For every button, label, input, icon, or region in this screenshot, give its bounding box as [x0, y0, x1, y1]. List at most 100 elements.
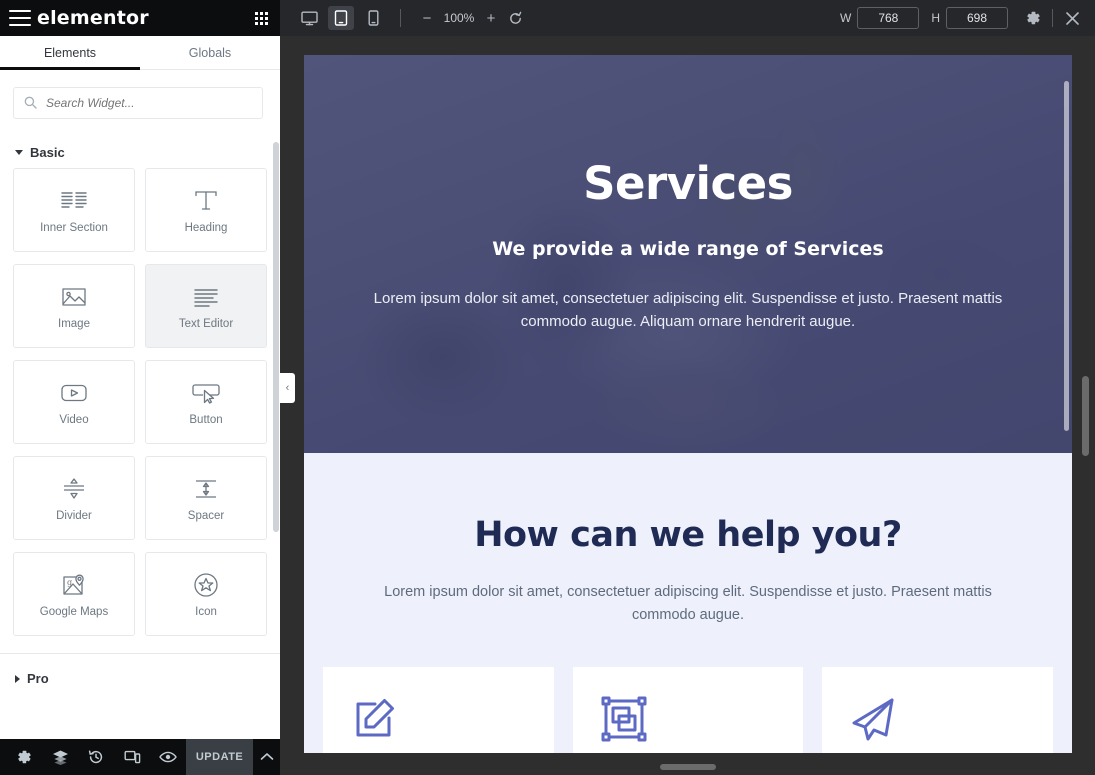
editor-vertical-scrollbar[interactable]: [1082, 376, 1089, 456]
close-icon[interactable]: [1059, 5, 1085, 31]
width-input[interactable]: [857, 7, 920, 29]
elementor-logo: elementor: [37, 7, 149, 29]
widget-text-editor-label: Text Editor: [178, 317, 234, 330]
divider-icon: [60, 475, 88, 503]
widget-spacer-label: Spacer: [187, 509, 225, 522]
category-pro-header[interactable]: Pro: [15, 671, 267, 686]
zoom-in-button[interactable]: +: [479, 6, 503, 30]
category-basic-label: Basic: [30, 145, 65, 160]
widget-video[interactable]: Video: [13, 360, 135, 444]
category-pro-label: Pro: [27, 671, 49, 686]
zoom-out-label: −: [422, 9, 432, 27]
reset-icon[interactable]: [503, 6, 527, 30]
tab-globals-label: Globals: [188, 45, 232, 60]
panel-scrollbar[interactable]: [273, 142, 279, 532]
widget-image-label: Image: [58, 317, 90, 330]
widget-google-maps-label: Google Maps: [39, 605, 109, 618]
text-editor-icon: [193, 283, 219, 311]
service-card[interactable]: [822, 667, 1054, 753]
navigator-icon[interactable]: [42, 739, 78, 775]
chevron-up-icon[interactable]: [253, 739, 280, 775]
history-icon[interactable]: [78, 739, 114, 775]
toolbar-separator: [400, 9, 401, 27]
inner-section-icon: [61, 187, 87, 215]
layers-group-icon: [600, 695, 804, 743]
preview-scrollbar[interactable]: [1064, 81, 1069, 431]
height-input[interactable]: [946, 7, 1008, 29]
editor-topbar: − 100% + W H: [280, 0, 1095, 36]
widget-heading[interactable]: Heading: [145, 168, 267, 252]
width-label: W: [840, 11, 852, 25]
help-section[interactable]: How can we help you? Lorem ipsum dolor s…: [304, 453, 1072, 628]
hero-body-text: Lorem ipsum dolor sit amet, consectetuer…: [373, 290, 1003, 331]
widget-heading-label: Heading: [184, 221, 228, 234]
star-icon: [193, 571, 219, 599]
tab-elements-label: Elements: [43, 45, 97, 60]
category-pro-row: Pro: [0, 636, 280, 686]
widget-spacer[interactable]: Spacer: [145, 456, 267, 540]
topbar-right-group: W H: [840, 5, 1085, 31]
widget-icon[interactable]: Icon: [145, 552, 267, 636]
update-button-label: UPDATE: [195, 751, 244, 763]
zoom-out-button[interactable]: −: [415, 6, 439, 30]
widget-inner-section[interactable]: Inner Section: [13, 168, 135, 252]
chevron-right-icon: [15, 674, 20, 683]
image-icon: [61, 283, 87, 311]
preview-icon[interactable]: [150, 739, 186, 775]
widget-icon-label: Icon: [195, 605, 217, 618]
canvas-area: Services We provide a wide range of Serv…: [280, 36, 1095, 775]
google-maps-icon: g: [61, 571, 87, 599]
widget-button[interactable]: Button: [145, 360, 267, 444]
widget-panel: elementor Elements Globals Search Widget…: [0, 0, 280, 775]
footer-tools: [0, 739, 186, 775]
device-mobile-button[interactable]: [360, 6, 386, 30]
gear-icon[interactable]: [1020, 5, 1046, 31]
settings-icon[interactable]: [6, 739, 42, 775]
elementor-editor: elementor Elements Globals Search Widget…: [0, 0, 1095, 775]
search-input[interactable]: [13, 87, 263, 119]
widget-divider[interactable]: Divider: [13, 456, 135, 540]
widget-google-maps[interactable]: g Google Maps: [13, 552, 135, 636]
search-widget-wrap: [13, 87, 267, 119]
help-title: How can we help you?: [474, 515, 902, 555]
heading-icon: [193, 187, 219, 215]
responsive-mode-icon[interactable]: [114, 739, 150, 775]
panel-footer: UPDATE: [0, 739, 280, 775]
hero-section[interactable]: Services We provide a wide range of Serv…: [304, 55, 1072, 453]
panel-collapse-chevron-icon: ‹: [285, 382, 290, 394]
zoom-level: 100%: [443, 11, 475, 25]
hamburger-icon[interactable]: [9, 10, 31, 26]
help-body-text: Lorem ipsum dolor sit amet, consectetuer…: [384, 584, 992, 624]
editor-area: − 100% + W H: [280, 0, 1095, 775]
spacer-icon: [192, 475, 220, 503]
topbar-separator-right: [1052, 9, 1053, 27]
tab-globals[interactable]: Globals: [140, 36, 280, 69]
tab-elements[interactable]: Elements: [0, 36, 140, 70]
category-basic-header[interactable]: Basic: [15, 145, 267, 160]
panel-body: Basic Inner Section: [0, 70, 280, 739]
panel-header: elementor: [0, 0, 280, 36]
widget-text-editor[interactable]: Text Editor: [145, 264, 267, 348]
grid-icon[interactable]: [255, 11, 268, 25]
update-button[interactable]: UPDATE: [186, 739, 254, 775]
hero-subtitle: We provide a wide range of Services: [492, 238, 884, 260]
widget-video-label: Video: [59, 413, 89, 426]
video-icon: [60, 379, 88, 407]
hero-title: Services: [583, 157, 793, 210]
widget-grid: Inner Section Heading Image Text Editor …: [13, 168, 267, 636]
panel-collapse-handle[interactable]: ‹: [280, 373, 295, 403]
panel-divider: [0, 653, 280, 654]
service-card[interactable]: [323, 667, 554, 753]
service-card[interactable]: [572, 667, 804, 753]
service-cards-row: [304, 627, 1072, 753]
button-icon: [192, 379, 220, 407]
widget-image[interactable]: Image: [13, 264, 135, 348]
paper-plane-icon: [849, 695, 1053, 743]
height-label: H: [931, 11, 940, 25]
zoom-in-label: +: [486, 9, 496, 27]
page-preview[interactable]: Services We provide a wide range of Serv…: [304, 55, 1072, 753]
editor-horizontal-scrollbar[interactable]: [659, 764, 716, 770]
device-desktop-button[interactable]: [296, 6, 322, 30]
device-tablet-button[interactable]: [328, 6, 354, 30]
chevron-down-icon: [15, 150, 23, 155]
